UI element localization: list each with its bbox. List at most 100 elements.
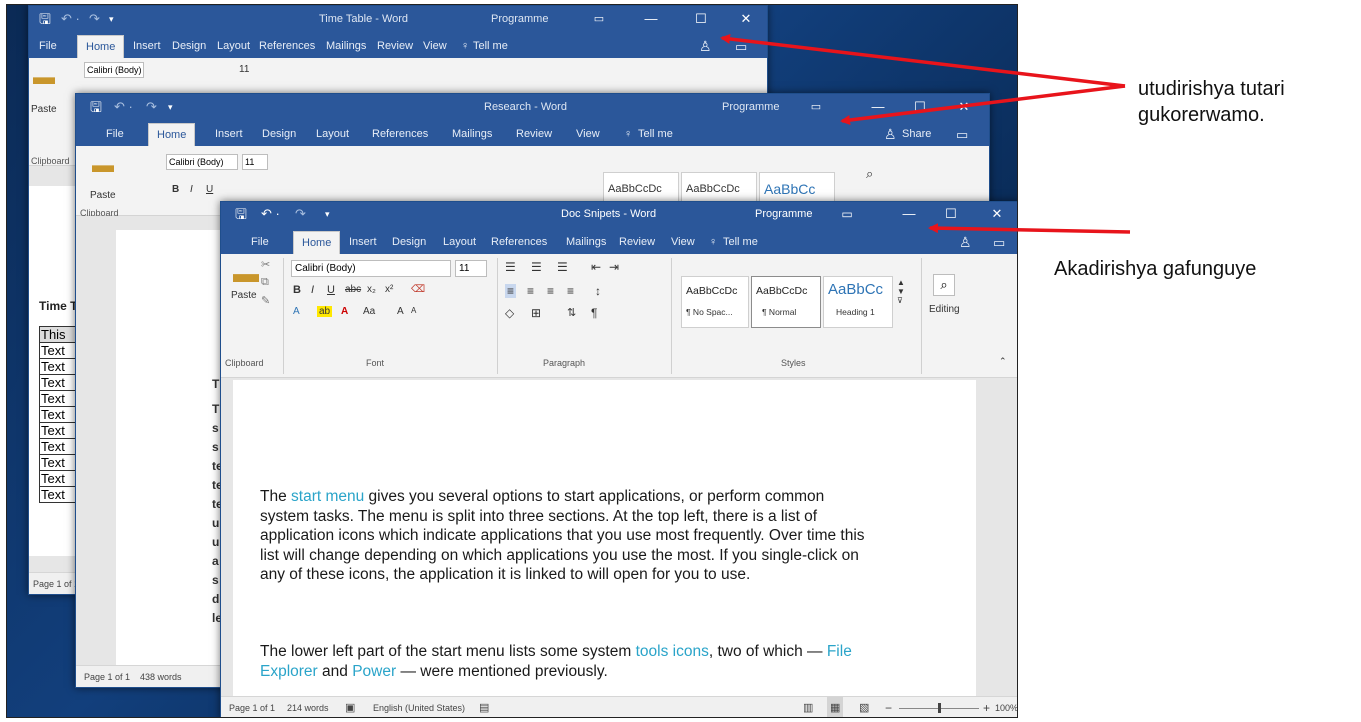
- account-name[interactable]: Programme: [722, 94, 779, 120]
- shading-icon[interactable]: ◇: [505, 306, 514, 320]
- superscript-button[interactable]: x²: [385, 284, 393, 295]
- tab-home[interactable]: Home: [293, 231, 341, 254]
- tab-review[interactable]: Review: [377, 35, 413, 58]
- tab-file[interactable]: File: [39, 35, 57, 58]
- title-bar[interactable]: 🖫 ↶ · ↷ ▾ Research - Word Programme ▭ — …: [76, 94, 989, 120]
- cut-icon[interactable]: ✂: [261, 258, 270, 271]
- customize-qat-icon[interactable]: ▾: [325, 202, 330, 226]
- minimize-icon[interactable]: —: [866, 94, 890, 120]
- style-normal[interactable]: AaBbCcDc ¶ Normal: [751, 276, 821, 328]
- tab-design[interactable]: Design: [172, 35, 206, 58]
- line-spacing-icon[interactable]: ↕: [595, 284, 601, 298]
- paste-button[interactable]: Paste: [90, 190, 116, 201]
- paste-icon[interactable]: ▬: [233, 258, 259, 289]
- tell-me-box[interactable]: Tell me: [638, 123, 673, 146]
- redo-icon[interactable]: ↷: [295, 202, 306, 226]
- maximize-icon[interactable]: ☐: [689, 6, 713, 32]
- underline-button[interactable]: U: [206, 184, 213, 195]
- font-name-field[interactable]: Calibri (Body): [84, 62, 144, 78]
- tell-me-box[interactable]: Tell me: [723, 231, 758, 254]
- save-icon[interactable]: 🖫: [235, 202, 247, 226]
- title-bar[interactable]: 🖫 ↶ · ↷ ▾ Time Table - Word Programme ▭ …: [29, 6, 767, 32]
- tab-insert[interactable]: Insert: [349, 231, 377, 254]
- collapse-ribbon-icon[interactable]: ⌃: [999, 356, 1007, 367]
- close-icon[interactable]: ✕: [952, 94, 976, 120]
- highlight-color-icon[interactable]: ab: [317, 306, 333, 317]
- tab-mailings[interactable]: Mailings: [566, 231, 606, 254]
- paste-button[interactable]: Paste: [231, 290, 257, 301]
- page-count[interactable]: Page 1 of 1: [84, 666, 130, 687]
- tab-review[interactable]: Review: [516, 123, 552, 146]
- maximize-icon[interactable]: ☐: [939, 202, 963, 226]
- lightbulb-icon[interactable]: ♀: [624, 123, 632, 146]
- tab-review[interactable]: Review: [619, 231, 655, 254]
- start-menu-link[interactable]: start menu: [291, 488, 364, 505]
- format-painter-icon[interactable]: ✎: [261, 294, 270, 307]
- justify-icon[interactable]: ≡: [567, 284, 574, 298]
- document-paragraph-1[interactable]: The start menu gives you several options…: [260, 487, 865, 585]
- paste-icon[interactable]: ▬: [33, 64, 55, 90]
- tab-home[interactable]: Home: [148, 123, 196, 146]
- word-count[interactable]: 214 words: [287, 697, 329, 717]
- style-heading-1[interactable]: AaBbCc Heading 1: [823, 276, 893, 328]
- change-case-icon[interactable]: Aa: [363, 306, 375, 317]
- paste-icon[interactable]: ▬: [92, 152, 114, 178]
- italic-button[interactable]: I: [311, 284, 314, 296]
- tab-view[interactable]: View: [576, 123, 600, 146]
- pilcrow-icon[interactable]: ¶: [591, 306, 597, 320]
- comments-icon[interactable]: ▭: [993, 231, 1005, 254]
- comments-icon[interactable]: ▭: [956, 123, 968, 146]
- strikethrough-button[interactable]: abc: [345, 284, 361, 295]
- tab-view[interactable]: View: [671, 231, 695, 254]
- numbering-icon[interactable]: ☰: [531, 260, 542, 274]
- tab-view[interactable]: View: [423, 35, 447, 58]
- ribbon-display-icon[interactable]: ▭: [806, 94, 826, 120]
- borders-icon[interactable]: ⊞: [531, 306, 541, 320]
- minimize-icon[interactable]: —: [897, 202, 921, 226]
- proofing-icon[interactable]: ▣: [345, 697, 355, 717]
- font-color-icon[interactable]: A: [341, 306, 348, 317]
- shrink-font-icon[interactable]: A: [411, 306, 416, 315]
- zoom-slider-thumb[interactable]: [938, 703, 941, 713]
- share-button[interactable]: Share: [902, 123, 931, 146]
- tab-layout[interactable]: Layout: [217, 35, 250, 58]
- increase-indent-icon[interactable]: ⇥: [609, 260, 619, 274]
- customize-qat-icon[interactable]: ▾: [168, 94, 173, 120]
- zoom-in-icon[interactable]: +: [983, 697, 990, 717]
- font-size-field[interactable]: 11: [239, 64, 249, 75]
- ribbon-display-icon[interactable]: ▭: [589, 6, 609, 32]
- account-name[interactable]: Programme: [491, 6, 548, 32]
- align-right-icon[interactable]: ≡: [547, 284, 554, 298]
- save-icon[interactable]: 🖫: [39, 6, 51, 32]
- text-effects-icon[interactable]: A: [293, 306, 300, 317]
- save-icon[interactable]: 🖫: [90, 94, 102, 120]
- align-left-icon[interactable]: ≡: [505, 284, 517, 298]
- account-icon[interactable]: ♙: [884, 123, 897, 146]
- undo-icon[interactable]: ↶ ·: [114, 94, 133, 120]
- comments-icon[interactable]: ▭: [735, 35, 747, 58]
- customize-qat-icon[interactable]: ▾: [109, 6, 114, 32]
- style-no-spacing[interactable]: AaBbCcDc ¶ No Spac...: [681, 276, 749, 328]
- subscript-button[interactable]: x₂: [367, 284, 376, 295]
- font-size-field[interactable]: 11: [455, 260, 487, 277]
- page-count[interactable]: Page 1 of 1: [33, 573, 79, 594]
- copy-icon[interactable]: ⧉: [261, 276, 269, 289]
- zoom-out-icon[interactable]: −: [885, 697, 892, 717]
- find-search-icon[interactable]: ⌕: [933, 274, 955, 296]
- title-bar[interactable]: 🖫 ↶ · ↷ ▾ Doc Snipets - Word Programme ▭…: [221, 202, 1017, 226]
- font-name-field[interactable]: Calibri (Body): [166, 154, 238, 170]
- account-name[interactable]: Programme: [755, 202, 812, 226]
- tab-layout[interactable]: Layout: [316, 123, 349, 146]
- window-doc-snipets[interactable]: 🖫 ↶ · ↷ ▾ Doc Snipets - Word Programme ▭…: [220, 201, 1017, 717]
- redo-icon[interactable]: ↷: [146, 94, 157, 120]
- clear-formatting-icon[interactable]: ⌫: [411, 284, 425, 295]
- sort-icon[interactable]: ⇅: [567, 306, 576, 319]
- print-layout-icon[interactable]: ▦: [827, 697, 844, 717]
- bullets-icon[interactable]: ☰: [505, 260, 516, 274]
- tab-home[interactable]: Home: [77, 35, 125, 58]
- document-paragraph-2[interactable]: The lower left part of the start menu li…: [260, 642, 900, 681]
- align-center-icon[interactable]: ≡: [527, 284, 534, 298]
- lightbulb-icon[interactable]: ♀: [709, 231, 717, 254]
- multilevel-list-icon[interactable]: ☰: [557, 260, 568, 274]
- tab-insert[interactable]: Insert: [133, 35, 161, 58]
